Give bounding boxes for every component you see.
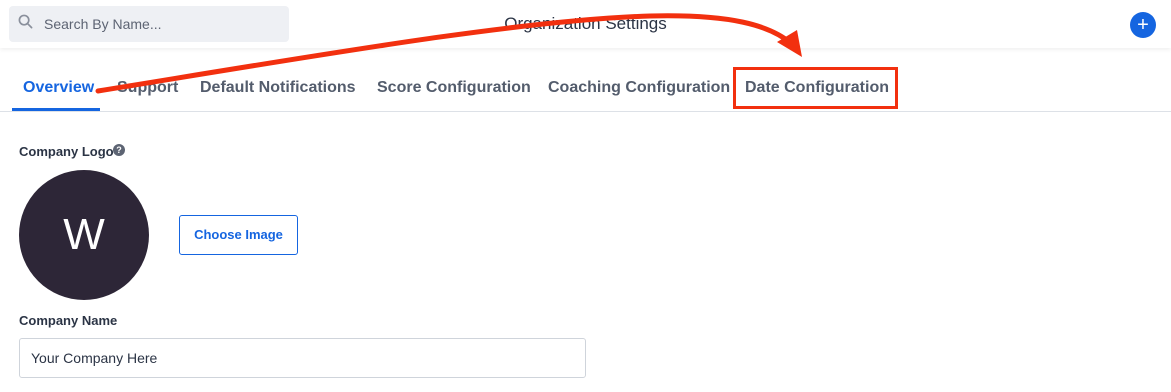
tab-coaching-configuration[interactable]: Coaching Configuration (548, 79, 730, 97)
company-name-label: Company Name (19, 313, 118, 328)
company-logo-avatar: W (19, 170, 149, 300)
company-name-input[interactable] (19, 338, 586, 378)
settings-tabs: Overview Support Default Notifications S… (0, 72, 1171, 112)
tab-default-notifications[interactable]: Default Notifications (200, 79, 356, 97)
choose-image-button[interactable]: Choose Image (179, 215, 298, 255)
annotation-arrow (95, 13, 802, 94)
tab-score-configuration[interactable]: Score Configuration (377, 79, 531, 97)
top-bar: Organization Settings + (0, 0, 1171, 48)
company-logo-label: Company Logo (19, 144, 114, 159)
active-tab-indicator (12, 108, 100, 111)
tab-overview[interactable]: Overview (23, 79, 94, 97)
add-button[interactable]: + (1130, 12, 1156, 38)
help-icon[interactable]: ? (113, 144, 125, 156)
tab-support[interactable]: Support (117, 79, 178, 97)
page-title: Organization Settings (504, 14, 667, 33)
date-configuration-highlight (733, 67, 898, 109)
